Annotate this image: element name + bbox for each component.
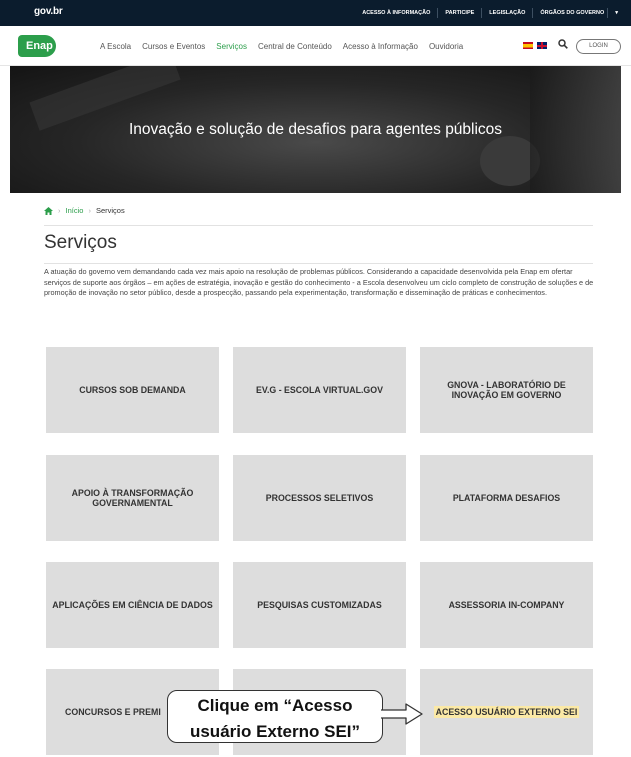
instruction-callout: Clique em “Acesso usuário Externo SEI” (167, 690, 383, 743)
page-title: Serviços (44, 232, 117, 253)
service-card-label: EV.G - ESCOLA VIRTUAL.GOV (256, 385, 383, 395)
gov-link-participe[interactable]: PARTICIPE (437, 8, 481, 18)
service-card-label: APOIO À TRANSFORMAÇÃO GOVERNAMENTAL (71, 488, 194, 508)
service-card-cursos-sob-demanda[interactable]: CURSOS SOB DEMANDA (46, 347, 219, 433)
divider (44, 225, 593, 226)
main-nav: Enap A Escola Cursos e Eventos Serviços … (0, 26, 631, 66)
service-card-label: GNOVA - LABORATÓRIO DE INOVAÇÃO EM GOVER… (447, 380, 566, 400)
service-card-label: ASSESSORIA IN-COMPANY (448, 600, 565, 610)
nav-item-ouvidoria[interactable]: Ouvidoria (429, 42, 463, 51)
service-card-label: PESQUISAS CUSTOMIZADAS (257, 600, 382, 610)
gov-link-orgaos[interactable]: ÓRGÃOS DO GOVERNO (532, 8, 611, 18)
nav-item-acesso-informacao[interactable]: Acesso à Informação (343, 42, 418, 51)
breadcrumb-home[interactable]: Início (66, 206, 84, 215)
service-card-label: PROCESSOS SELETIVOS (265, 493, 374, 503)
service-card-label: ACESSO USUÁRIO EXTERNO SEI (433, 706, 580, 718)
callout-line-2: usuário Externo SEI” (189, 722, 361, 741)
service-card-gnova[interactable]: GNOVA - LABORATÓRIO DE INOVAÇÃO EM GOVER… (420, 347, 593, 433)
intro-paragraph: A atuação do governo vem demandando cada… (44, 267, 594, 297)
nav-item-servicos[interactable]: Serviços (216, 42, 247, 51)
chevron-down-icon[interactable]: ▾ (607, 8, 625, 18)
service-card-evg[interactable]: EV.G - ESCOLA VIRTUAL.GOV (233, 347, 406, 433)
hero-title: Inovação e solução de desafios para agen… (128, 121, 503, 138)
service-card-apoio-transformacao[interactable]: APOIO À TRANSFORMAÇÃO GOVERNAMENTAL (46, 455, 219, 541)
breadcrumb-current: Serviços (95, 206, 125, 215)
service-card-pesquisas-customizadas[interactable]: PESQUISAS CUSTOMIZADAS (233, 562, 406, 648)
service-card-label: PLATAFORMA DESAFIOS (452, 493, 561, 503)
gov-link-acesso-informacao[interactable]: ACESSO À INFORMAÇÃO (355, 8, 437, 18)
callout-line-1: Clique em “Acesso (197, 696, 353, 715)
nav-menu: A Escola Cursos e Eventos Serviços Centr… (100, 26, 474, 66)
gov-links: ACESSO À INFORMAÇÃO PARTICIPE LEGISLAÇÃO… (355, 0, 625, 26)
arrow-right-icon (381, 703, 423, 725)
divider (44, 263, 593, 264)
service-card-label: CURSOS SOB DEMANDA (79, 385, 186, 395)
service-card-plataforma-desafios[interactable]: PLATAFORMA DESAFIOS (420, 455, 593, 541)
search-icon[interactable] (558, 39, 568, 49)
home-icon[interactable] (44, 206, 53, 215)
service-card-processos-seletivos[interactable]: PROCESSOS SELETIVOS (233, 455, 406, 541)
hero-banner: Inovação e solução de desafios para agen… (10, 66, 621, 193)
enap-logo[interactable]: Enap (18, 35, 56, 57)
nav-item-a-escola[interactable]: A Escola (100, 42, 131, 51)
nav-item-cursos-eventos[interactable]: Cursos e Eventos (142, 42, 205, 51)
service-card-acesso-usuario-externo-sei[interactable]: ACESSO USUÁRIO EXTERNO SEI (420, 669, 593, 755)
breadcrumb-separator: › (88, 206, 91, 215)
govbr-logo[interactable]: gov.br (34, 6, 63, 17)
spanish-flag-icon[interactable] (523, 42, 533, 49)
service-card-label: CONCURSOS E PREMI (65, 707, 161, 717)
breadcrumb-separator: › (58, 206, 61, 215)
english-flag-icon[interactable] (537, 42, 547, 49)
service-card-assessoria-in-company[interactable]: ASSESSORIA IN-COMPANY (420, 562, 593, 648)
nav-item-central-conteudo[interactable]: Central de Conteúdo (258, 42, 332, 51)
service-card-label: APLICAÇÕES EM CIÊNCIA DE DADOS (52, 600, 213, 610)
breadcrumb: › Início › Serviços (44, 206, 125, 215)
gov-link-legislacao[interactable]: LEGISLAÇÃO (481, 8, 532, 18)
service-card-ciencia-dados[interactable]: APLICAÇÕES EM CIÊNCIA DE DADOS (46, 562, 219, 648)
gov-bar: gov.br ACESSO À INFORMAÇÃO PARTICIPE LEG… (0, 0, 631, 26)
login-button[interactable]: LOGIN (576, 39, 621, 54)
